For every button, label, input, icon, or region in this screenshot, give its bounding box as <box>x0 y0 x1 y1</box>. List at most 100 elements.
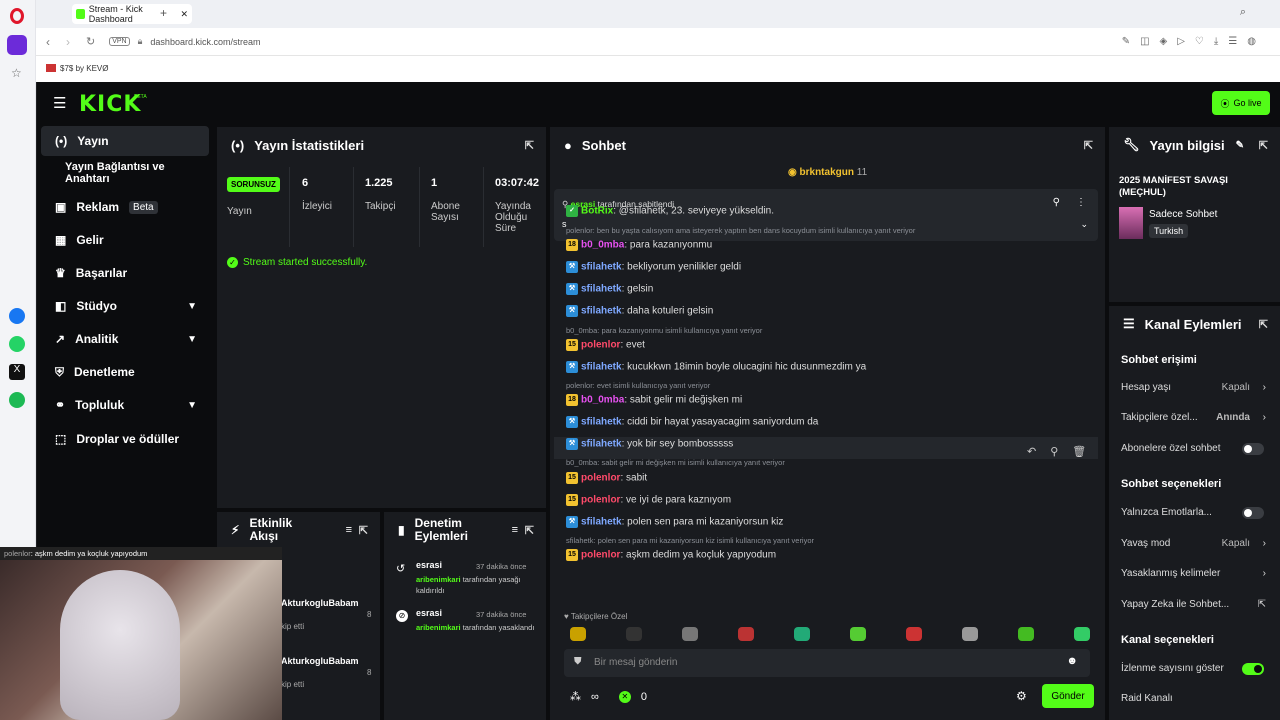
popout-icon[interactable]: ⇱ <box>525 524 534 537</box>
sidebar-item-stream-key[interactable]: Yayın Bağlantısı ve Anahtarı <box>41 158 209 188</box>
chat-username[interactable]: polenlor <box>581 550 620 561</box>
slow-mode-setting[interactable]: Yavaş mod Kapalı › <box>1121 538 1268 549</box>
bookmark-item[interactable]: $7$ by KEVØ <box>60 64 108 73</box>
chat-username[interactable]: b0_0mba <box>581 395 624 406</box>
emote-icon[interactable] <box>850 627 866 641</box>
chat-message[interactable]: ✓ BotRix: @sfilahetk, 23. seviyeye yüksel… <box>566 205 774 217</box>
emote-icon[interactable] <box>1074 627 1090 641</box>
chat-message[interactable]: ⚒ sfilahetk: daha kotuleri gelsin <box>566 305 713 317</box>
popout-icon[interactable]: ⇱ <box>1084 139 1093 152</box>
browser-tab[interactable]: Stream - Kick Dashboard ✕ <box>72 4 192 24</box>
chat-username[interactable]: b0_0mba <box>581 240 624 251</box>
popout-icon[interactable]: ⇱ <box>1259 318 1268 331</box>
delete-icon[interactable]: 🗑︎ <box>1072 446 1100 458</box>
go-live-button[interactable]: ⦿ Go live <box>1212 91 1270 115</box>
chat-username[interactable]: sfilahetk <box>581 284 622 295</box>
raid-channel-setting[interactable]: Raid Kanalı <box>1121 693 1268 704</box>
account-age-setting[interactable]: Hesap yaşı Kapalı › <box>1121 382 1268 393</box>
chat-username[interactable]: sfilahetk <box>581 306 622 317</box>
toolbar-icons[interactable]: ✎◫◈▷♡⤓☰◍ <box>1122 36 1266 47</box>
banned-words-setting[interactable]: Yasaklanmış kelimeler › <box>1121 568 1268 579</box>
chat-message[interactable]: 18 b0_0mba: sabit gelir mi değişken mi <box>566 394 742 406</box>
spotify-icon[interactable] <box>9 392 25 408</box>
chat-input-box[interactable]: ⛊ Bir mesaj gönderin ☻ <box>564 649 1090 677</box>
chat-message[interactable]: ⚒ sfilahetk: kucukkwn 18imin boyle olucag… <box>566 361 866 373</box>
chat-username[interactable]: sfilahetk <box>581 439 622 450</box>
url-input[interactable]: dashboard.kick.com/stream <box>150 37 260 47</box>
chat-message[interactable]: ⚒ sfilahetk: bekliyorum yenilikler geldi <box>566 261 741 273</box>
pin-icon[interactable]: ⚲ <box>1053 197 1060 208</box>
chat-message[interactable]: 15 polenlor: ve iyi de para kaznıyom <box>566 494 731 506</box>
chat-message[interactable]: ⚒ sfilahetk: gelsin <box>566 283 653 295</box>
star-icon[interactable]: ☆ <box>11 66 22 80</box>
popout-icon[interactable]: ⇱ <box>525 139 534 152</box>
x-icon[interactable]: X <box>9 364 25 380</box>
filter-icon[interactable]: ≡ <box>346 524 352 536</box>
emote-only-setting[interactable]: Yalnızca Emotlarla... <box>1121 506 1268 519</box>
settings-gear-icon[interactable]: ⚙ <box>1016 689 1027 703</box>
kick-logo[interactable]: KICK <box>79 92 141 117</box>
popout-icon[interactable]: ⇱ <box>359 524 368 537</box>
sidebar-item-achievements[interactable]: ♛ Başarılar <box>41 258 209 288</box>
emote-only-toggle[interactable] <box>1242 506 1264 519</box>
chat-message[interactable]: 15 polenlor: evet <box>566 339 645 351</box>
ai-chat-setting[interactable]: Yapay Zeka ile Sohbet... ⇱ <box>1121 599 1268 610</box>
vpn-badge[interactable]: VPN <box>109 37 130 46</box>
menu-icon[interactable]: ☰ <box>53 94 66 112</box>
sidebar-item-revenue[interactable]: ▦ Gelir <box>41 225 209 255</box>
sidebar-item-drops[interactable]: ⬚ Droplar ve ödüller <box>41 424 209 454</box>
sidebar-item-community[interactable]: ⚭ Topluluk ▼ <box>41 390 209 420</box>
send-button[interactable]: Gönder <box>1042 684 1094 708</box>
chat-username[interactable]: sfilahetk <box>581 362 622 373</box>
more-icon[interactable]: ⋮ <box>1076 197 1086 208</box>
messenger-icon[interactable] <box>9 308 25 324</box>
chat-message[interactable]: ⚒ sfilahetk: yok bir sey bombosssss <box>566 438 733 450</box>
emote-icon[interactable] <box>682 627 698 641</box>
chat-message[interactable]: ⚒ sfilahetk: polen sen para mi kazaniyors… <box>566 516 783 528</box>
show-viewers-setting[interactable]: İzlenme sayısını göster <box>1121 662 1268 675</box>
emote-icon[interactable] <box>626 627 642 641</box>
close-tab-icon[interactable]: ✕ <box>180 9 188 20</box>
chat-message[interactable]: ⚒ sfilahetk: ciddi bir hayat yasayacagim … <box>566 416 818 428</box>
sidebar-item-ads[interactable]: ▣ Reklam Beta <box>41 192 209 222</box>
opera-logo-icon[interactable] <box>10 8 24 24</box>
whatsapp-icon[interactable] <box>9 336 25 352</box>
chat-message[interactable]: 18 b0_0mba: para kazanıyonmu <box>566 239 712 251</box>
pin-icon[interactable]: ⚲ <box>1050 446 1072 458</box>
emote-icon[interactable] <box>570 627 586 641</box>
chat-username[interactable]: BotRix <box>581 206 613 217</box>
sidebar-item-analytics[interactable]: ↗ Analitik ▼ <box>41 324 209 354</box>
chat-message[interactable]: 15 polenlor: aşkm dedim ya koçluk yapıyod… <box>566 549 776 561</box>
aria-icon[interactable] <box>7 35 27 55</box>
chat-username[interactable]: polenlor <box>581 340 620 351</box>
chat-username[interactable]: polenlor <box>581 473 620 484</box>
top-gifter[interactable]: ◉ brkntakgun 11 <box>788 167 867 178</box>
emoji-icon[interactable]: ☻ <box>1066 655 1078 667</box>
forward-icon[interactable]: › <box>66 35 70 49</box>
chat-username[interactable]: sfilahetk <box>581 262 622 273</box>
chat-username[interactable]: sfilahetk <box>581 417 622 428</box>
back-icon[interactable]: ‹ <box>46 35 50 49</box>
subs-only-setting[interactable]: Abonelere özel sohbet <box>1121 442 1268 455</box>
emote-icon[interactable] <box>1018 627 1034 641</box>
filter-icon[interactable]: ≡ <box>512 524 518 536</box>
edit-icon[interactable]: ✎ <box>1236 140 1244 151</box>
emote-icon[interactable] <box>962 627 978 641</box>
show-viewers-toggle[interactable] <box>1242 662 1264 675</box>
chat-message[interactable]: 15 polenlor: sabit <box>566 472 647 484</box>
reload-icon[interactable]: ↻ <box>86 35 95 48</box>
followers-only-setting[interactable]: Takipçilere özel... Anında › <box>1121 412 1268 423</box>
chevron-down-icon[interactable]: ⌄ <box>1080 219 1088 230</box>
subs-only-toggle[interactable] <box>1242 442 1264 455</box>
sidebar-item-moderation[interactable]: ⛨ Denetleme <box>41 357 209 387</box>
popout-icon[interactable]: ⇱ <box>1259 139 1268 152</box>
chat-username[interactable]: sfilahetk <box>581 517 622 528</box>
sidebar-item-studio[interactable]: ◧ Stüdyo ▼ <box>41 291 209 321</box>
chat-username[interactable]: polenlor <box>581 495 620 506</box>
search-tabs-icon[interactable]: ⌕ <box>1240 6 1246 19</box>
emote-icon[interactable] <box>794 627 810 641</box>
chat-input[interactable]: Bir mesaj gönderin <box>594 657 677 668</box>
emote-icon[interactable] <box>738 627 754 641</box>
sidebar-item-stream[interactable]: (•) Yayın <box>41 126 209 156</box>
emote-icon[interactable] <box>906 627 922 641</box>
